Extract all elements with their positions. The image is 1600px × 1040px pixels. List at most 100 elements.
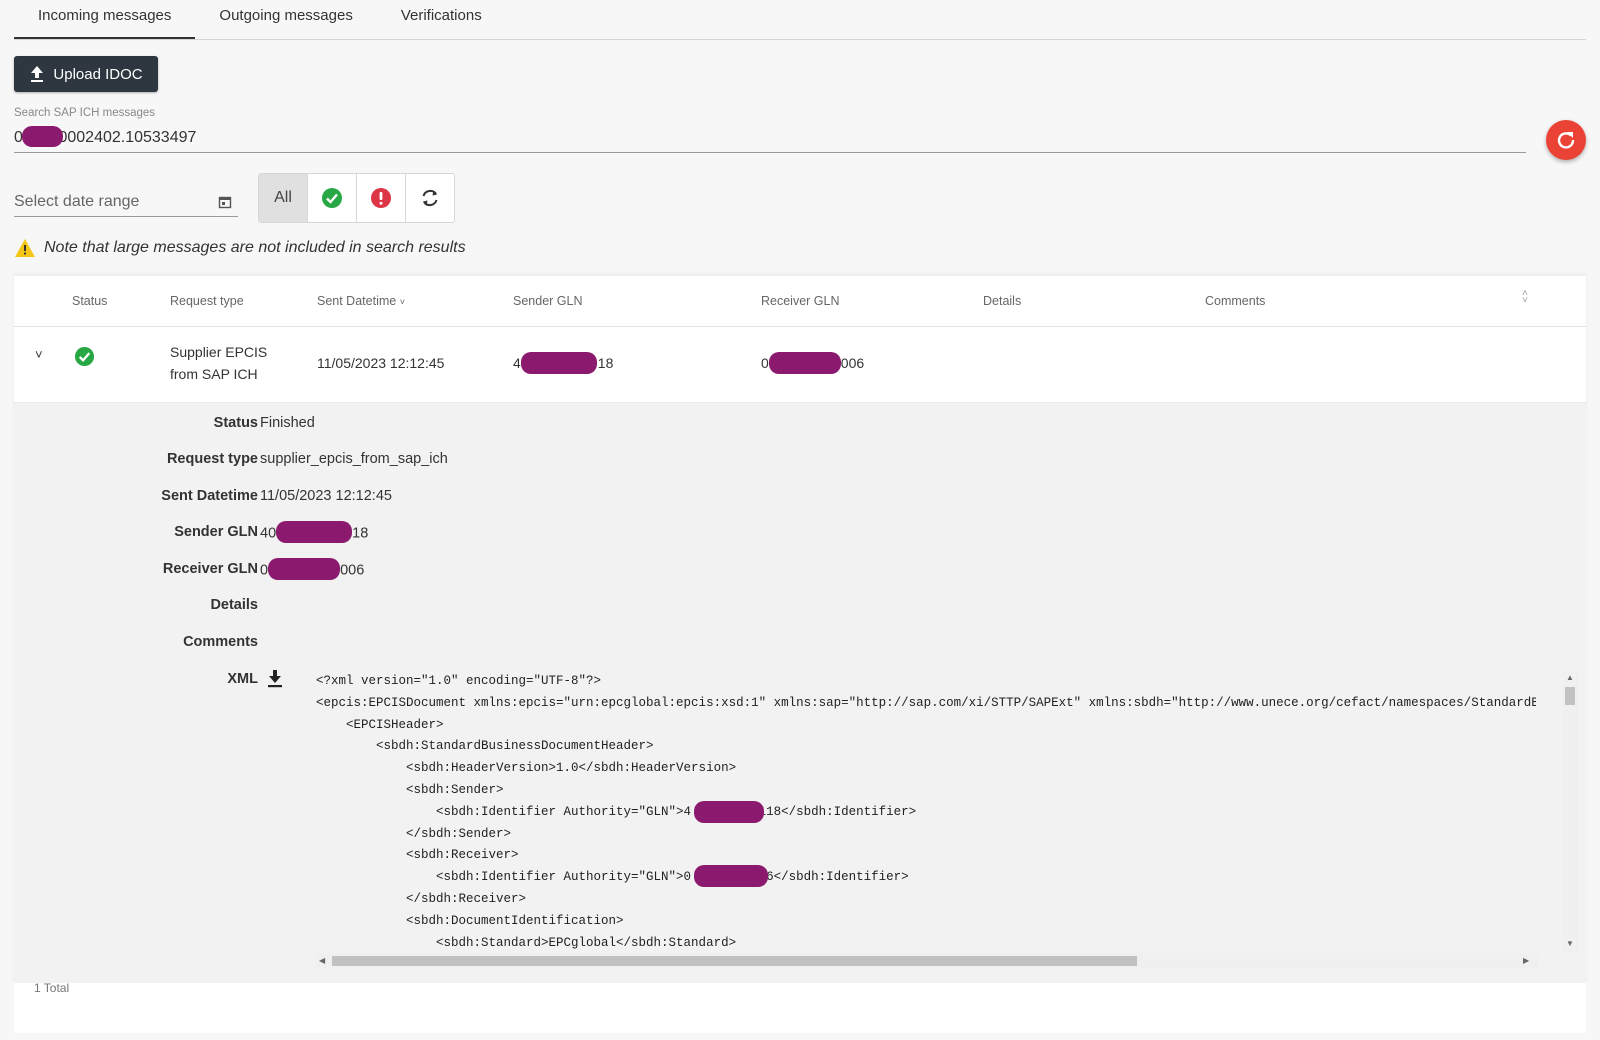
detail-label-sender-gln: Sender GLN — [174, 524, 258, 540]
xml-line: </sbdh:Receiver> — [316, 891, 527, 906]
redaction-mark — [520, 352, 597, 374]
xml-line: <sbdh:Receiver> — [316, 848, 519, 863]
horizontal-scroll-thumb[interactable] — [332, 956, 1137, 966]
detail-label-details: Details — [210, 597, 258, 613]
tab-verifications[interactable]: Verifications — [377, 0, 506, 38]
tab-bar: Incoming messages Outgoing messages Veri… — [14, 0, 1586, 40]
table-row[interactable]: ˅ Supplier EPCIS from SAP ICH 11/05/2023… — [14, 327, 1586, 403]
header-status[interactable]: Status — [72, 294, 107, 308]
row-request-type: Supplier EPCIS from SAP ICH — [170, 341, 267, 385]
detail-label-request-type: Request type — [166, 451, 258, 467]
row-receiver-gln: 0 006 — [761, 352, 865, 374]
table-footer: 1 Total — [14, 981, 1586, 1033]
header-request-type[interactable]: Request type — [170, 294, 244, 308]
detail-label-receiver-gln: Receiver GLN — [162, 561, 258, 577]
header-comments[interactable]: Comments — [1205, 294, 1265, 308]
row-sender-gln-end: 18 — [597, 355, 614, 372]
date-range-placeholder: Select date range — [14, 193, 140, 210]
filter-processing-button[interactable] — [406, 174, 454, 222]
redaction-mark — [694, 801, 764, 823]
vertical-scroll-thumb[interactable] — [1565, 687, 1575, 705]
filter-success-button[interactable] — [308, 174, 357, 222]
xml-horizontal-scrollbar[interactable]: ◀ ▶ — [316, 953, 1538, 969]
tab-outgoing-messages[interactable]: Outgoing messages — [195, 0, 376, 38]
scroll-down-icon[interactable]: ▼ — [1566, 939, 1574, 948]
header-details[interactable]: Details — [983, 294, 1021, 308]
expand-row-chevron-icon[interactable]: ˅ — [35, 347, 43, 362]
sync-icon — [422, 190, 438, 206]
check-circle-icon — [322, 188, 342, 208]
detail-value-receiver-gln: 0 006 — [260, 558, 365, 580]
search-note: Note that large messages are not include… — [14, 238, 466, 258]
redaction-mark — [276, 521, 353, 543]
redaction-mark — [694, 865, 768, 887]
calendar-icon — [218, 196, 232, 209]
xml-line: <sbdh:HeaderVersion>1.0</sbdh:HeaderVers… — [316, 761, 737, 776]
refresh-button[interactable] — [1546, 120, 1586, 160]
xml-vertical-scrollbar[interactable]: ▲ ▼ — [1562, 671, 1578, 953]
refresh-icon — [1557, 132, 1575, 149]
xml-line: <sbdh:DocumentIdentification> — [316, 913, 624, 928]
xml-line: <sbdh:Sender> — [316, 782, 504, 797]
redaction-mark — [22, 126, 63, 147]
upload-icon — [31, 66, 44, 82]
filter-error-button[interactable] — [357, 174, 406, 222]
detail-label-comments: Comments — [183, 634, 258, 650]
table-header: Status Request type Sent Datetime ˅ Send… — [14, 276, 1586, 327]
header-receiver-gln[interactable]: Receiver GLN — [761, 294, 840, 308]
xml-line: <sbdh:StandardBusinessDocumentHeader> — [316, 739, 654, 754]
detail-sender-gln-start: 40 — [260, 525, 277, 542]
row-sent-datetime: 11/05/2023 12:12:45 — [317, 355, 445, 371]
xml-line: <epcis:EPCISDocument xmlns:epcis="urn:ep… — [316, 695, 1536, 710]
row-request-type-line2: from SAP ICH — [170, 366, 258, 382]
row-receiver-gln-start: 0 — [761, 355, 769, 372]
xml-line: <sbdh:Identifier Authority="GLN">4 118</… — [316, 804, 917, 819]
search-input[interactable] — [14, 124, 1526, 153]
check-circle-icon — [74, 346, 95, 367]
header-sender-gln[interactable]: Sender GLN — [513, 294, 582, 308]
xml-line: <sbdh:Standard>EPCglobal</sbdh:Standard> — [316, 935, 737, 950]
detail-label-sent-datetime: Sent Datetime — [161, 488, 258, 504]
error-circle-icon — [371, 188, 391, 208]
xml-viewer[interactable]: <?xml version="1.0" encoding="UTF-8"?> <e… — [316, 671, 1578, 971]
messages-table: Status Request type Sent Datetime ˅ Send… — [14, 276, 1586, 983]
upload-idoc-label: Upload IDOC — [53, 65, 143, 83]
scroll-up-icon[interactable]: ▲ — [1566, 673, 1574, 682]
detail-receiver-gln-start: 0 — [260, 562, 269, 579]
header-sent-datetime[interactable]: Sent Datetime ˅ — [317, 294, 405, 308]
redaction-mark — [268, 558, 341, 580]
scroll-left-icon[interactable]: ◀ — [319, 956, 325, 965]
row-sender-gln-start: 4 — [513, 355, 521, 372]
filter-all-button[interactable]: All — [259, 174, 308, 222]
redaction-mark — [768, 352, 841, 374]
total-count: 1 Total — [34, 981, 70, 995]
header-sent-datetime-label: Sent Datetime — [317, 294, 397, 308]
status-filter-group: All — [258, 173, 455, 223]
search-label: Search SAP ICH messages — [14, 107, 156, 119]
detail-value-status: Finished — [260, 415, 315, 431]
note-text: Note that large messages are not include… — [44, 239, 466, 256]
xml-content: <?xml version="1.0" encoding="UTF-8"?> <e… — [316, 671, 1536, 954]
xml-line: <?xml version="1.0" encoding="UTF-8"?> — [316, 674, 602, 688]
detail-receiver-gln-end: 006 — [340, 562, 365, 579]
detail-sender-gln-end: 18 — [352, 525, 369, 542]
detail-value-sender-gln: 40 18 — [260, 521, 369, 543]
detail-label-status: Status — [213, 415, 258, 431]
tab-incoming-messages[interactable]: Incoming messages — [14, 0, 196, 39]
row-receiver-gln-end: 006 — [840, 355, 865, 372]
download-icon[interactable] — [266, 669, 284, 689]
row-detail-panel: Status Finished Request type supplier_ep… — [14, 403, 1586, 983]
xml-line: <sbdh:Identifier Authority="GLN">0 06</s… — [316, 870, 909, 885]
scroll-right-icon[interactable]: ▶ — [1523, 956, 1529, 965]
row-request-type-line1: Supplier EPCIS — [170, 344, 268, 360]
row-sender-gln: 4 18 — [513, 352, 614, 374]
date-range-field[interactable]: Select date range — [14, 188, 238, 217]
detail-label-xml: XML — [227, 671, 258, 687]
xml-line: <EPCISHeader> — [316, 717, 444, 732]
xml-line: </sbdh:Sender> — [316, 826, 512, 841]
upload-idoc-button[interactable]: Upload IDOC — [14, 56, 158, 92]
chevron-down-icon: ˅ — [399, 297, 405, 307]
detail-value-sent-datetime: 11/05/2023 12:12:45 — [260, 488, 392, 504]
sort-icon[interactable]: ˄ ˅ — [1522, 289, 1528, 306]
warning-icon — [15, 239, 35, 257]
